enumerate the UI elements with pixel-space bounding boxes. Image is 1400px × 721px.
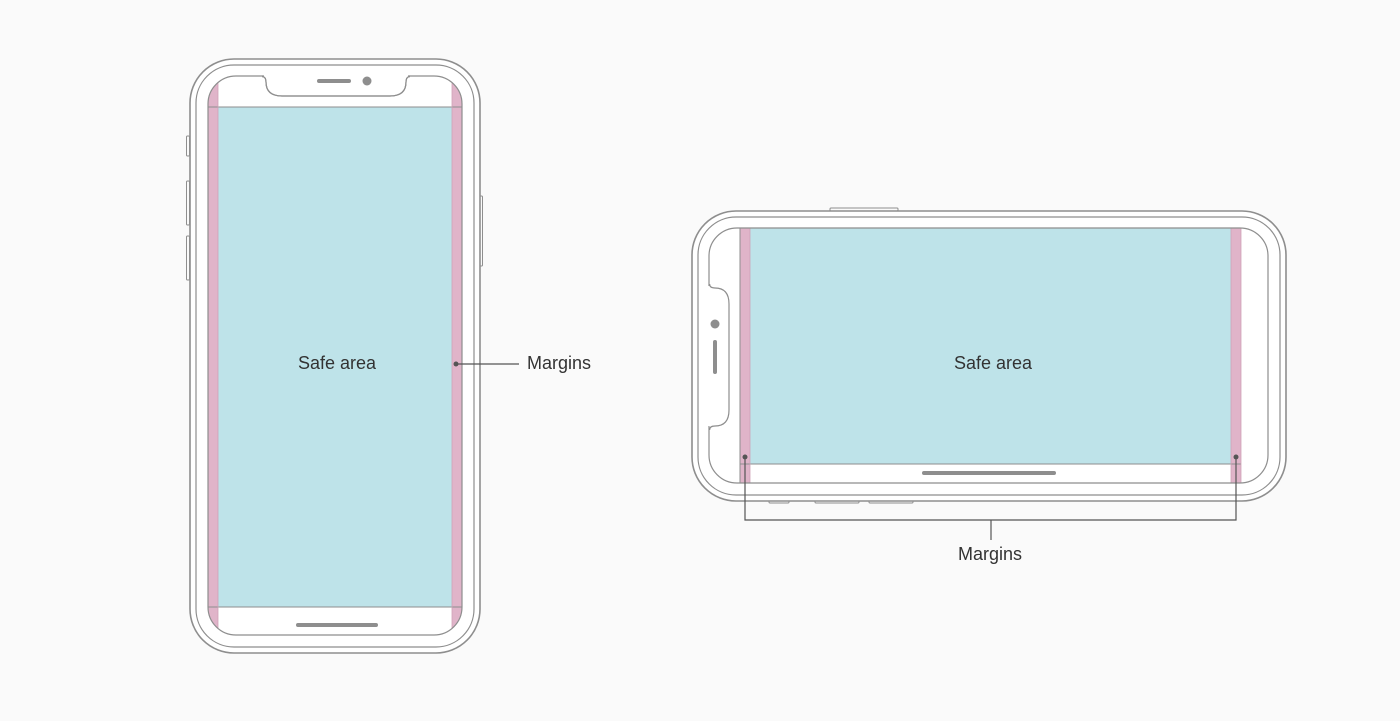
portrait-right-margin [452,76,462,635]
device-diagram [186,58,1287,654]
diagram-stage: Safe area Margins Safe area Margins [0,0,1400,721]
portrait-margins-label: Margins [527,353,592,373]
portrait-home-indicator [296,623,378,627]
portrait-left-margin [208,76,218,635]
portrait-camera-icon [362,76,372,86]
landscape-notch [709,283,730,431]
landscape-left-margin [740,228,750,483]
portrait-bottom-indicator-strip [218,607,452,635]
landscape-right-margin [1231,228,1241,483]
landscape-safe-area [750,228,1231,464]
landscape-home-indicator [922,471,1056,475]
portrait-volume-up-button [186,180,190,226]
landscape-speaker-icon [713,340,717,374]
landscape-safe-area-label: Safe area [954,353,1033,373]
portrait-safe-area-label: Safe area [298,353,377,373]
portrait-speaker-icon [317,79,351,83]
landscape-camera-icon [710,319,720,329]
landscape-device [691,207,1287,540]
landscape-margins-label: Margins [958,544,1023,564]
portrait-volume-down-button [186,235,190,281]
portrait-silent-switch [186,135,190,157]
